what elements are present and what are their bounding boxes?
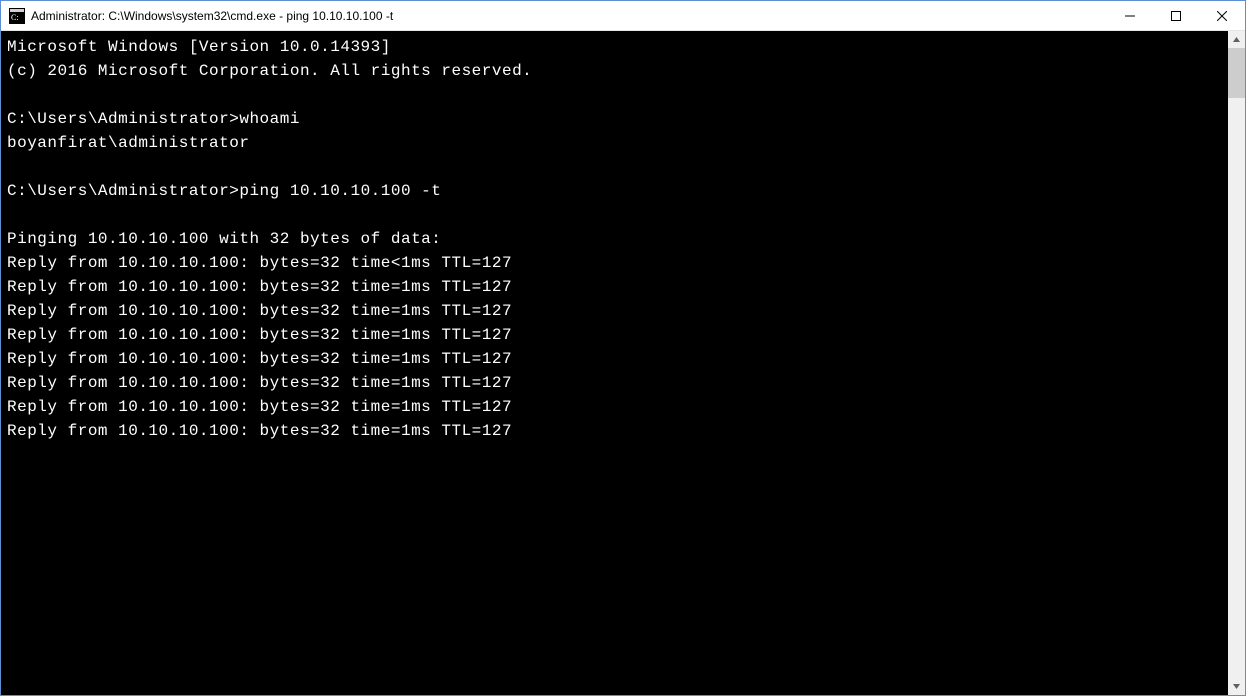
console-area[interactable]: Microsoft Windows [Version 10.0.14393] (… — [1, 31, 1245, 695]
ping-reply: Reply from 10.10.10.100: bytes=32 time<1… — [7, 251, 1245, 275]
svg-text:C:: C: — [11, 13, 19, 22]
ping-reply: Reply from 10.10.10.100: bytes=32 time=1… — [7, 275, 1245, 299]
prompt-text: C:\Users\Administrator> — [7, 182, 239, 200]
ping-header: Pinging 10.10.10.100 with 32 bytes of da… — [7, 227, 1245, 251]
scroll-thumb[interactable] — [1228, 48, 1245, 98]
maximize-button[interactable] — [1153, 1, 1199, 31]
blank-line — [7, 83, 1245, 107]
ping-reply: Reply from 10.10.10.100: bytes=32 time=1… — [7, 371, 1245, 395]
version-line: Microsoft Windows [Version 10.0.14393] — [7, 35, 1245, 59]
prompt-text: C:\Users\Administrator> — [7, 110, 239, 128]
blank-line — [7, 155, 1245, 179]
command-whoami: whoami — [239, 110, 300, 128]
ping-reply: Reply from 10.10.10.100: bytes=32 time=1… — [7, 395, 1245, 419]
prompt-ping: C:\Users\Administrator>ping 10.10.10.100… — [7, 179, 1245, 203]
window-controls — [1107, 1, 1245, 30]
ping-reply: Reply from 10.10.10.100: bytes=32 time=1… — [7, 347, 1245, 371]
titlebar[interactable]: C: Administrator: C:\Windows\system32\cm… — [1, 1, 1245, 31]
scroll-track[interactable] — [1228, 48, 1245, 678]
cmd-icon: C: — [9, 8, 25, 24]
scroll-down-arrow-icon[interactable] — [1228, 678, 1245, 695]
close-button[interactable] — [1199, 1, 1245, 31]
scroll-up-arrow-icon[interactable] — [1228, 31, 1245, 48]
copyright-line: (c) 2016 Microsoft Corporation. All righ… — [7, 59, 1245, 83]
ping-reply: Reply from 10.10.10.100: bytes=32 time=1… — [7, 323, 1245, 347]
window-title: Administrator: C:\Windows\system32\cmd.e… — [31, 9, 1107, 23]
vertical-scrollbar[interactable] — [1228, 31, 1245, 695]
minimize-button[interactable] — [1107, 1, 1153, 31]
command-ping: ping 10.10.10.100 -t — [239, 182, 441, 200]
ping-reply: Reply from 10.10.10.100: bytes=32 time=1… — [7, 299, 1245, 323]
prompt-whoami: C:\Users\Administrator>whoami — [7, 107, 1245, 131]
whoami-output: boyanfirat\administrator — [7, 131, 1245, 155]
blank-line — [7, 203, 1245, 227]
ping-reply: Reply from 10.10.10.100: bytes=32 time=1… — [7, 419, 1245, 443]
